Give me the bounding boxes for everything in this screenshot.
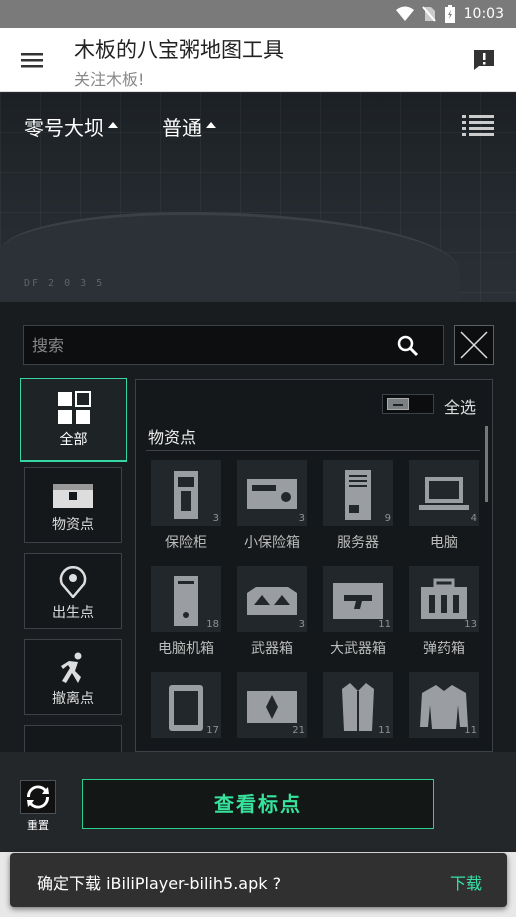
category-supply[interactable]: 物资点 bbox=[24, 467, 122, 543]
no-sim-icon bbox=[421, 6, 436, 22]
item-count: 11 bbox=[378, 619, 391, 630]
list-view-icon[interactable] bbox=[462, 114, 494, 138]
refresh-icon bbox=[26, 785, 50, 809]
grid-item[interactable]: 3 小保险箱 bbox=[230, 460, 314, 560]
category-all[interactable]: 全部 bbox=[20, 378, 127, 462]
snackbar-message: 确定下载 iBiliPlayer-bilih5.apk ? bbox=[37, 874, 282, 893]
category-label: 全部 bbox=[59, 432, 88, 448]
item-count: 3 bbox=[212, 513, 219, 524]
hamburger-menu-icon[interactable] bbox=[20, 48, 44, 72]
grid-item[interactable]: 4 电脑 bbox=[402, 460, 486, 560]
running-man-icon bbox=[61, 652, 82, 683]
item-count: 9 bbox=[384, 513, 391, 524]
category-more[interactable] bbox=[24, 725, 122, 752]
items-panel: 全选 物资点 3 保险柜 3 小保险箱 9 服务器 4 电脑 18 电脑机箱 3 武器箱 11 大武器箱 1… bbox=[135, 379, 493, 752]
grid-item[interactable]: 11 bbox=[402, 672, 486, 751]
search-input[interactable] bbox=[32, 326, 372, 364]
item-count: 3 bbox=[298, 619, 305, 630]
item-count: 3 bbox=[298, 513, 305, 524]
grid-icon bbox=[57, 391, 91, 424]
close-icon bbox=[460, 331, 488, 359]
search-box bbox=[23, 325, 444, 365]
item-count: 11 bbox=[464, 725, 477, 736]
battery-icon bbox=[444, 5, 455, 23]
item-icon-box: 4 bbox=[409, 460, 479, 526]
item-icon-box: 3 bbox=[237, 460, 307, 526]
item-icon-box: 9 bbox=[323, 460, 393, 526]
item-count: 17 bbox=[206, 725, 219, 736]
item-label: 电脑 bbox=[430, 535, 458, 551]
item-label: 弹药箱 bbox=[423, 641, 465, 657]
item-label: 服务器 bbox=[337, 535, 379, 551]
map-header: DF 2 0 3 5 零号大坝 普通 bbox=[0, 92, 516, 302]
grid-item[interactable]: 17 bbox=[144, 672, 228, 751]
item-count: 21 bbox=[292, 725, 305, 736]
item-label: 小保险箱 bbox=[244, 535, 300, 551]
grid-item[interactable]: 3 武器箱 bbox=[230, 566, 314, 666]
item-count: 18 bbox=[206, 619, 219, 630]
grid-item[interactable]: 18 电脑机箱 bbox=[144, 566, 228, 666]
category-spawn[interactable]: 出生点 bbox=[24, 553, 122, 629]
filter-panel: 全部 物资点 出生点 撤离点 全选 物资点 3 保险柜 3 小保险箱 9 服务器 4 电脑 18… bbox=[0, 302, 516, 752]
select-all-toggle[interactable] bbox=[382, 394, 434, 414]
item-icon-box: 3 bbox=[151, 460, 221, 526]
item-icon-box: 21 bbox=[237, 672, 307, 738]
select-all-label[interactable]: 全选 bbox=[444, 394, 476, 418]
item-count: 4 bbox=[470, 513, 477, 524]
item-label: 保险柜 bbox=[165, 535, 207, 551]
category-label: 出生点 bbox=[52, 605, 94, 621]
clock: 10:03 bbox=[463, 6, 504, 22]
section-divider bbox=[146, 450, 480, 451]
item-label: 武器箱 bbox=[251, 641, 293, 657]
map-selector-label: 零号大坝 bbox=[24, 116, 104, 140]
grid-item[interactable]: 3 保险柜 bbox=[144, 460, 228, 560]
item-icon-box: 13 bbox=[409, 566, 479, 632]
toggle-knob bbox=[387, 398, 409, 410]
app-bar: 木板的八宝粥地图工具 关注木板! bbox=[0, 28, 516, 92]
grid-item[interactable]: 11 大武器箱 bbox=[316, 566, 400, 666]
item-icon-box: 11 bbox=[323, 672, 393, 738]
mode-selector[interactable]: 普通 bbox=[162, 112, 216, 141]
status-bar: 10:03 bbox=[0, 0, 516, 28]
wifi-icon bbox=[395, 6, 414, 21]
caret-up-icon bbox=[108, 121, 118, 128]
grid-item[interactable]: 21 bbox=[230, 672, 314, 751]
location-target-icon bbox=[59, 566, 87, 598]
feedback-alert-icon[interactable] bbox=[472, 48, 496, 72]
item-icon-box: 11 bbox=[323, 566, 393, 632]
app-title: 木板的八宝粥地图工具 bbox=[74, 38, 284, 62]
category-extract[interactable]: 撤离点 bbox=[24, 639, 122, 715]
grid-item[interactable]: 9 服务器 bbox=[316, 460, 400, 560]
crate-icon bbox=[53, 484, 93, 508]
view-markers-button[interactable]: 查看标点 bbox=[82, 779, 434, 829]
download-snackbar: 确定下载 iBiliPlayer-bilih5.apk ? 下载 bbox=[10, 853, 507, 907]
map-selector[interactable]: 零号大坝 bbox=[24, 112, 118, 141]
grid-item[interactable]: 13 弹药箱 bbox=[402, 566, 486, 666]
bottom-bar: 重置 查看标点 bbox=[0, 752, 516, 852]
item-icon-box: 18 bbox=[151, 566, 221, 632]
section-title: 物资点 bbox=[148, 428, 197, 447]
map-code-text: DF 2 0 3 5 bbox=[24, 278, 105, 289]
search-icon[interactable] bbox=[397, 335, 419, 357]
snackbar-download-button[interactable]: 下载 bbox=[450, 870, 482, 894]
mode-selector-label: 普通 bbox=[162, 116, 202, 140]
reset-label: 重置 bbox=[27, 819, 49, 832]
close-button[interactable] bbox=[454, 325, 494, 365]
item-icon-box: 17 bbox=[151, 672, 221, 738]
item-icon-box: 3 bbox=[237, 566, 307, 632]
item-count: 11 bbox=[378, 725, 391, 736]
category-label: 物资点 bbox=[52, 517, 94, 533]
reset-button[interactable]: 重置 bbox=[20, 780, 56, 834]
app-subtitle: 关注木板! bbox=[74, 70, 145, 89]
caret-up-icon bbox=[206, 121, 216, 128]
item-label: 大武器箱 bbox=[330, 641, 386, 657]
item-label: 电脑机箱 bbox=[158, 641, 214, 657]
grid-item[interactable]: 11 bbox=[316, 672, 400, 751]
category-label: 撤离点 bbox=[52, 691, 94, 707]
item-count: 13 bbox=[464, 619, 477, 630]
item-icon-box: 11 bbox=[409, 672, 479, 738]
